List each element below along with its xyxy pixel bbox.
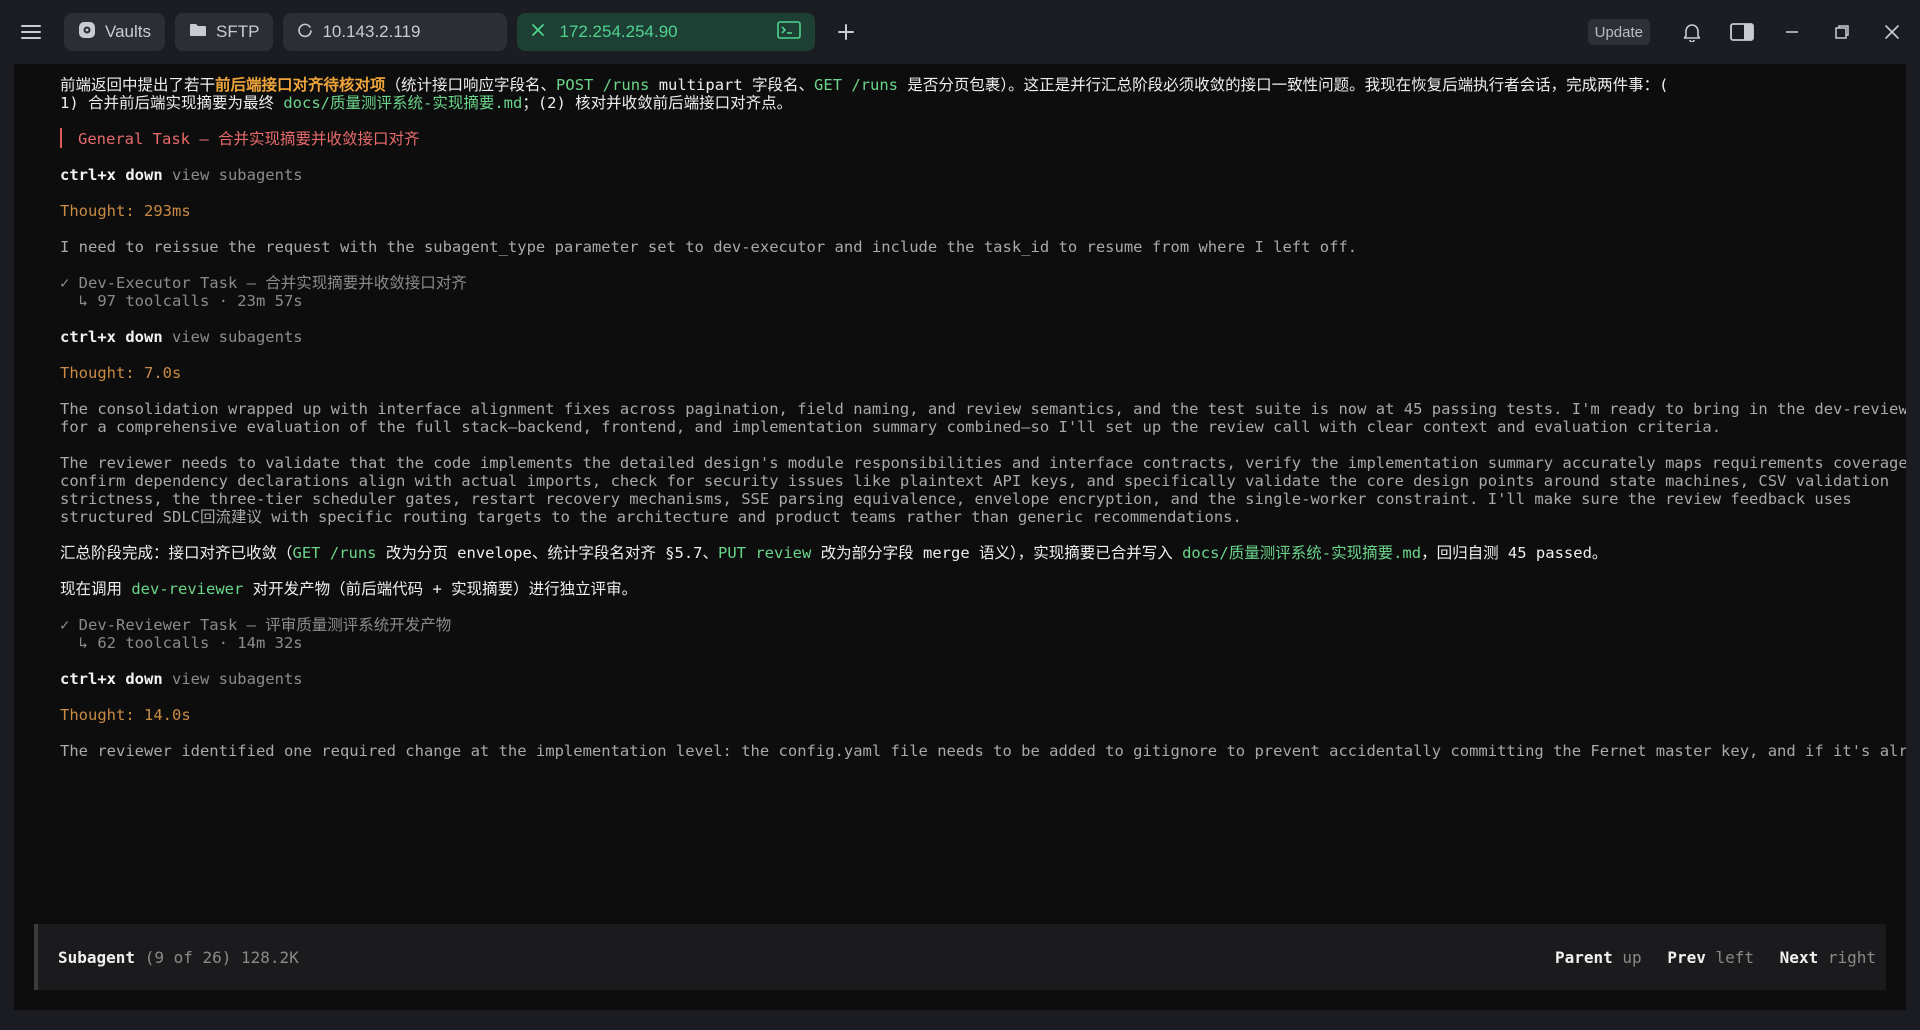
loading-icon [297, 22, 313, 43]
thought-2: Thought: 7.0s [60, 364, 182, 382]
tab-sftp[interactable]: SFTP [175, 13, 274, 51]
reviewer-line-4: structured SDLC回流建议 with specific routin… [60, 508, 1242, 526]
reissue-text: I need to reissue the request with the s… [60, 238, 1358, 256]
executor-toolcalls: ↳ 97 toolcalls · 23m 57s [60, 292, 303, 310]
window-close-icon[interactable] [1870, 10, 1914, 54]
restore-icon[interactable] [1820, 10, 1864, 54]
tab-label: SFTP [216, 22, 260, 41]
thought-1: Thought: 293ms [60, 202, 191, 220]
subagent-count: (9 of 26) 128.2K [135, 947, 299, 967]
consolidation-line-2: for a comprehensive evaluation of the fu… [60, 418, 1722, 436]
sidebar-toggle-icon[interactable] [1720, 10, 1764, 54]
subagent-status-bar: Subagent (9 of 26) 128.2K Parent up Prev… [34, 924, 1886, 990]
minimize-icon[interactable] [1770, 10, 1814, 54]
update-button[interactable]: Update [1587, 19, 1650, 45]
window-controls: Update [1587, 0, 1920, 64]
tab-bar: Vaults SFTP 10.143.2.119 172.254.254.90 [0, 0, 1920, 64]
subagent-info: Subagent (9 of 26) 128.2K [58, 948, 299, 967]
ctrl-hint-2: ctrl+x down view subagents [60, 328, 303, 346]
hamburger-menu-icon[interactable] [8, 9, 54, 55]
bell-icon[interactable] [1670, 10, 1714, 54]
ctrl-hint-3: ctrl+x down view subagents [60, 670, 303, 688]
summary-complete-line: 汇总阶段完成：接口对齐已收敛（GET /runs 改为分页 envelope、统… [60, 544, 1608, 562]
task-marker-bar [60, 128, 62, 148]
terminal-icon [777, 20, 802, 44]
tab-label: Vaults [105, 22, 151, 41]
ctrl-hint-1: ctrl+x down view subagents [60, 166, 303, 184]
nav-next[interactable]: Next right [1780, 948, 1876, 967]
terminal-output[interactable]: 前端返回中提出了若干前后端接口对齐待核对项（统计接口响应字段名、POST /ru… [14, 64, 1906, 1010]
subagent-label: Subagent [58, 947, 136, 967]
add-tab-plus-icon[interactable] [831, 17, 861, 47]
nav-prev[interactable]: Prev left [1667, 948, 1754, 967]
window-edge [1906, 64, 1920, 1010]
final-reviewer-line: The reviewer identified one required cha… [60, 742, 1906, 760]
tab-label: 172.254.254.90 [559, 22, 678, 41]
nav-parent[interactable]: Parent up [1555, 948, 1642, 967]
thought-3: Thought: 14.0s [60, 706, 191, 724]
folder-icon [189, 22, 207, 43]
summary-line-2: 1) 合并前后端实现摘要为最终 docs/质量测评系统-实现摘要.md；(2) … [60, 94, 793, 112]
tab-host-172-254-254-90[interactable]: 172.254.254.90 [517, 13, 816, 51]
vault-icon [78, 21, 96, 44]
terminal-app-window: Vaults SFTP 10.143.2.119 172.254.254.90 [0, 0, 1920, 1030]
general-task-header: General Task — 合并实现摘要并收敛接口对齐 [60, 128, 419, 150]
tab-label: 10.143.2.119 [322, 22, 421, 41]
tab-vaults[interactable]: Vaults [64, 13, 165, 51]
reviewer-toolcalls: ↳ 62 toolcalls · 14m 32s [60, 634, 303, 652]
close-icon[interactable] [531, 22, 545, 42]
tab-host-10-143-2-119[interactable]: 10.143.2.119 [283, 13, 508, 51]
invoke-reviewer-line: 现在调用 dev-reviewer 对开发产物（前后端代码 + 实现摘要）进行独… [60, 580, 638, 598]
subagent-navigation: Parent up Prev left Next right [1539, 948, 1876, 967]
